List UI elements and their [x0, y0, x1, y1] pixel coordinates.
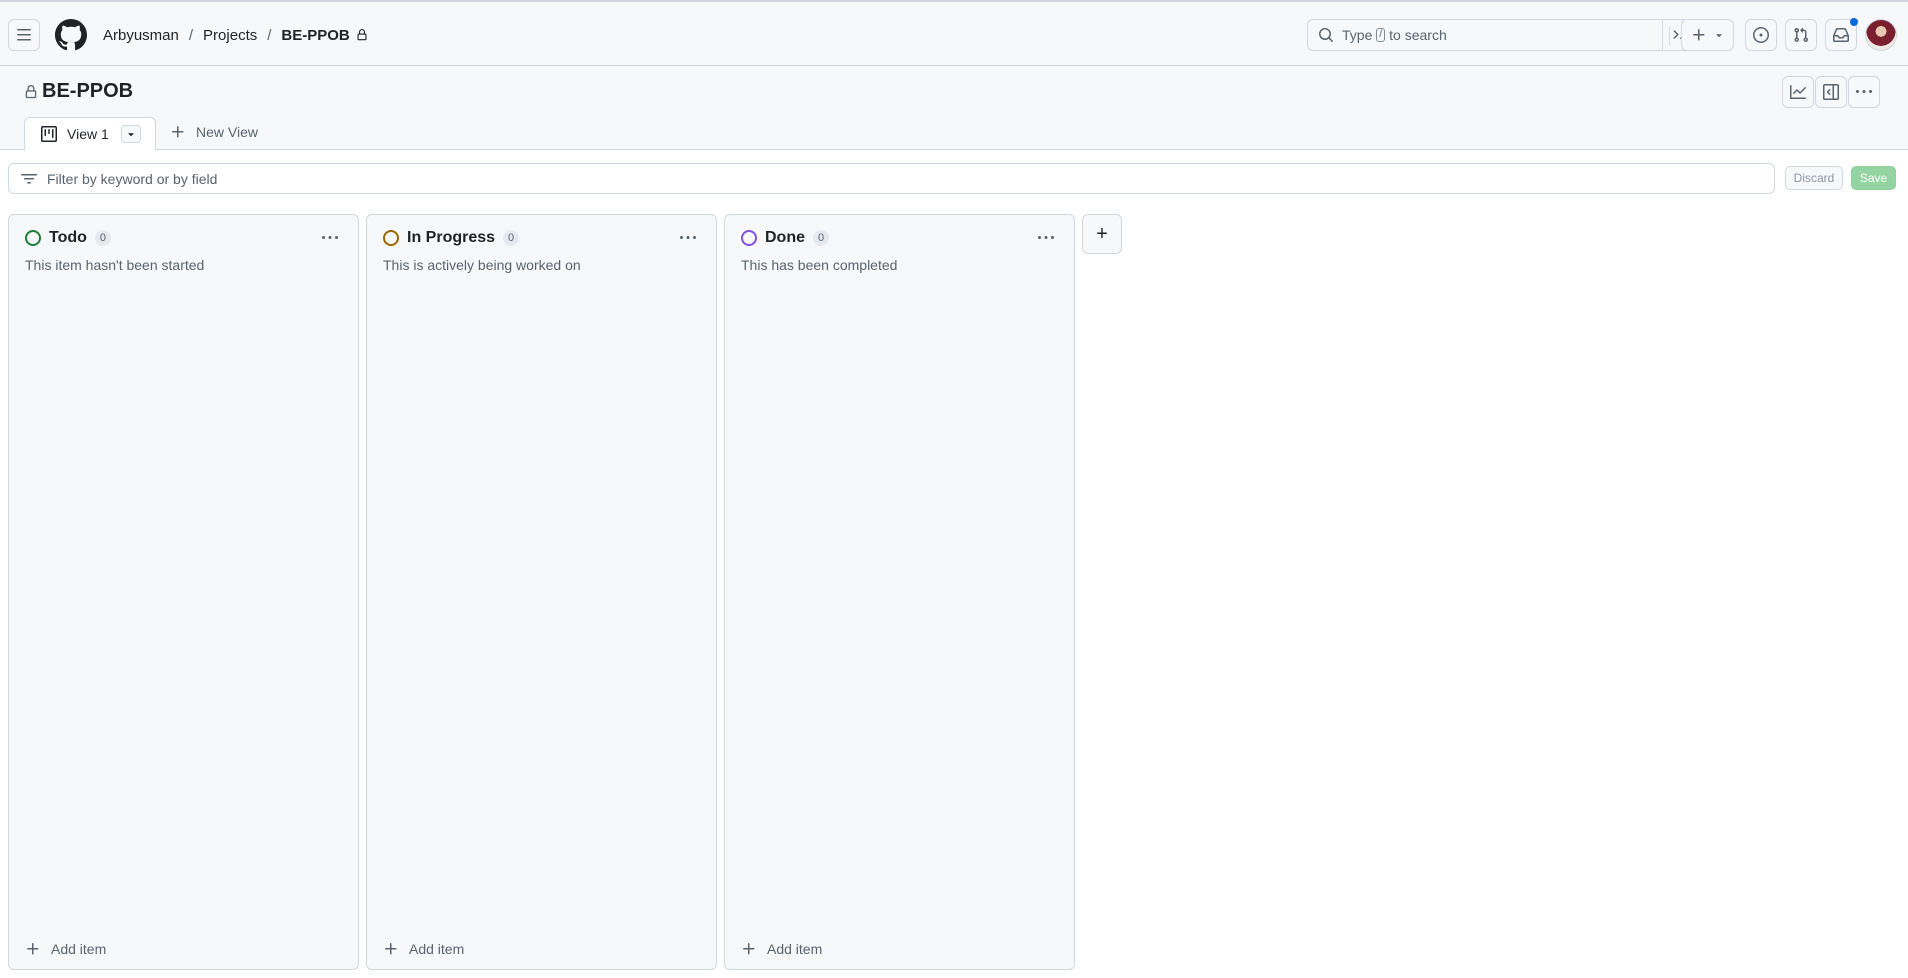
breadcrumb: Arbyusman / Projects / BE-PPOB: [103, 24, 368, 46]
add-item-label: Add item: [767, 941, 823, 957]
item-count-badge: 0: [503, 230, 520, 246]
new-view-label: New View: [196, 124, 258, 140]
filter-placeholder: Filter by keyword or by field: [47, 170, 218, 187]
new-view-button[interactable]: New View: [170, 124, 258, 140]
kebab-horizontal-icon: [322, 236, 338, 239]
column-header: Done 0: [741, 229, 830, 247]
search-input[interactable]: Type / to search: [1307, 19, 1697, 51]
add-item-label: Add item: [409, 941, 465, 957]
breadcrumb-separator: /: [267, 26, 272, 44]
breadcrumb-project-link[interactable]: BE-PPOB: [281, 27, 349, 44]
avatar[interactable]: [1865, 19, 1897, 51]
add-column-label: +: [1096, 222, 1108, 245]
plus-icon: [383, 941, 399, 957]
add-item-button[interactable]: Add item: [383, 941, 464, 957]
project-more-button[interactable]: [1848, 76, 1880, 108]
project-title-text: BE-PPOB: [42, 80, 134, 102]
view-options-button[interactable]: [121, 125, 141, 143]
add-item-button[interactable]: Add item: [741, 941, 822, 957]
plus-icon: [741, 941, 757, 957]
pull-requests-button[interactable]: [1785, 19, 1817, 51]
status-circle-icon: [25, 230, 41, 246]
github-icon[interactable]: [55, 19, 87, 51]
column-header: In Progress 0: [383, 229, 520, 247]
add-column-button[interactable]: +: [1082, 214, 1122, 254]
breadcrumb-projects-link[interactable]: Projects: [203, 27, 257, 44]
plus-icon: [1692, 29, 1704, 41]
notification-indicator: [1850, 18, 1858, 26]
project-header: BE-PPOB: [0, 66, 1908, 150]
side-panel-button[interactable]: [1815, 76, 1847, 108]
column-menu-button[interactable]: [316, 227, 344, 249]
breadcrumb-separator: /: [188, 26, 194, 44]
item-count-badge: 0: [813, 230, 830, 246]
search-prefix: Type: [1342, 27, 1373, 43]
status-circle-icon: [383, 230, 399, 246]
menu-button[interactable]: [8, 19, 40, 51]
search-icon: [1319, 28, 1334, 43]
column-menu-button[interactable]: [674, 227, 702, 249]
insights-button[interactable]: [1782, 76, 1814, 108]
column-title: In Progress: [407, 229, 496, 246]
issues-button[interactable]: [1745, 19, 1777, 51]
triangle-down-icon: [128, 133, 134, 137]
tab-label: View 1: [67, 126, 109, 142]
header-divider: [1669, 27, 1670, 45]
filter-icon: [21, 171, 37, 187]
caret-down-icon: [1715, 34, 1722, 38]
page-title: BE-PPOB: [24, 80, 133, 103]
column-description: This has been completed: [741, 257, 898, 273]
column-description: This item hasn't been started: [25, 257, 205, 273]
hamburger-icon: [17, 29, 31, 41]
add-item-label: Add item: [51, 941, 107, 957]
lock-icon: [356, 29, 368, 41]
issue-opened-icon: [1753, 27, 1769, 43]
column-menu-button[interactable]: [1032, 227, 1060, 249]
status-circle-icon: [741, 230, 757, 246]
table-board-icon: [41, 126, 57, 142]
board-column-todo: Todo 0 This item hasn't been started Add…: [8, 214, 359, 970]
add-item-button[interactable]: Add item: [25, 941, 106, 957]
board-column-done: Done 0 This has been completed Add item: [724, 214, 1075, 970]
global-header: Arbyusman / Projects / BE-PPOB Type / to…: [0, 0, 1908, 66]
plus-icon: [170, 124, 186, 140]
lock-icon: [24, 84, 38, 99]
sidebar-expand-icon: [1823, 84, 1839, 100]
graph-icon: [1790, 85, 1806, 99]
tab-view-1[interactable]: View 1: [24, 117, 156, 151]
kebab-horizontal-icon: [680, 236, 696, 239]
search-shortcut-key: /: [1376, 28, 1386, 42]
board-column-in-progress: In Progress 0 This is actively being wor…: [366, 214, 717, 970]
search-suffix: to search: [1389, 27, 1447, 43]
column-description: This is actively being worked on: [383, 257, 581, 273]
column-title: Done: [765, 229, 805, 246]
breadcrumb-owner-link[interactable]: Arbyusman: [103, 27, 179, 44]
inbox-icon: [1833, 28, 1849, 42]
filter-input[interactable]: Filter by keyword or by field: [8, 163, 1775, 194]
kebab-horizontal-icon: [1038, 236, 1054, 239]
kebab-horizontal-icon: [1856, 90, 1872, 93]
git-pull-request-icon: [1794, 27, 1809, 43]
discard-button[interactable]: Discard: [1785, 166, 1843, 190]
save-button[interactable]: Save: [1851, 166, 1896, 190]
plus-icon: [25, 941, 41, 957]
create-new-button[interactable]: [1681, 19, 1734, 51]
column-title: Todo: [49, 229, 87, 246]
column-header: Todo 0: [25, 229, 112, 247]
item-count-badge: 0: [94, 230, 112, 246]
